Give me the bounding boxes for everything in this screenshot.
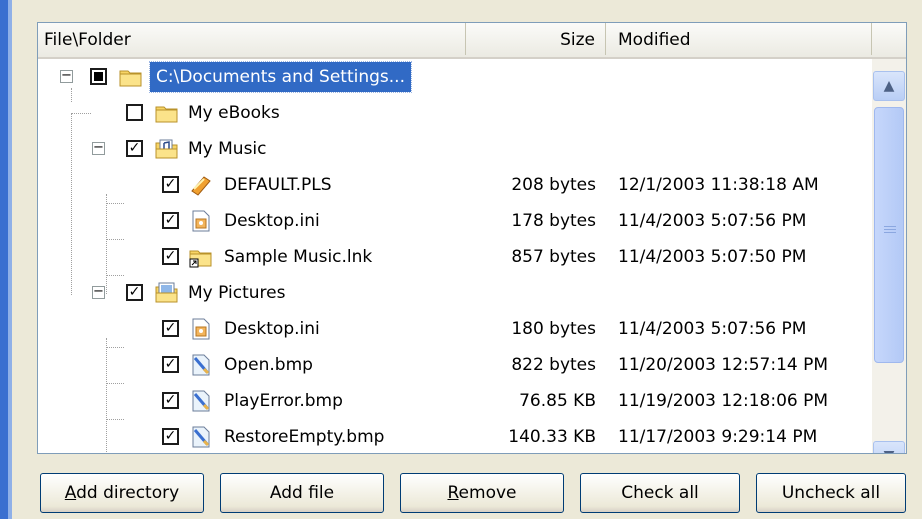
tree-row-label: Open.bmp — [224, 355, 313, 375]
file-modified: 11/4/2003 5:07:50 PM — [618, 247, 807, 267]
column-header-name[interactable]: File\Folder — [38, 23, 466, 55]
tree-row[interactable]: ✓ Sample Music.lnk 857 bytes 11/4/2003 5… — [38, 239, 872, 275]
bitmap-file-icon — [192, 354, 210, 376]
checkbox-checked[interactable]: ✓ — [162, 392, 179, 409]
file-size: 822 bytes — [511, 355, 596, 375]
tree-row[interactable]: ✓ Desktop.ini 178 bytes 11/4/2003 5:07:5… — [38, 203, 872, 239]
grip-icon — [884, 226, 896, 236]
checkbox-checked[interactable]: ✓ — [162, 248, 179, 265]
access-key: R — [447, 483, 459, 503]
file-modified: 11/19/2003 12:18:06 PM — [618, 391, 829, 411]
column-header-modified[interactable]: Modified — [606, 23, 872, 55]
file-size: 208 bytes — [511, 175, 596, 195]
tree-row-label: My Pictures — [188, 283, 286, 303]
shortcut-folder-icon — [189, 250, 212, 268]
button-label: Add f — [269, 483, 319, 503]
tree-row[interactable]: ✓ PlayError.bmp 76.85 KB 11/19/2003 12:1… — [38, 383, 872, 419]
check-all-button[interactable]: Check all — [580, 473, 740, 513]
settings-file-icon — [192, 210, 210, 232]
file-size: 178 bytes — [511, 211, 596, 231]
checkbox-checked[interactable]: ✓ — [162, 212, 179, 229]
tree-row[interactable]: ✓ RestoreEmpty.bmp 140.33 KB 11/17/2003 … — [38, 419, 872, 453]
file-modified: 12/1/2003 11:38:18 AM — [618, 175, 819, 195]
uncheck-all-button[interactable]: Uncheck all — [756, 473, 906, 513]
settings-file-icon — [192, 318, 210, 340]
button-label: dd directory — [76, 483, 180, 503]
vertical-scrollbar[interactable]: ▲ ▼ — [872, 59, 906, 453]
tree-row-label: Desktop.ini — [224, 211, 320, 231]
scroll-down-button[interactable]: ▼ — [873, 441, 905, 453]
folder-icon — [155, 106, 178, 123]
window-border-inner — [8, 0, 12, 519]
tree-row[interactable]: − ✓ My Music — [38, 131, 872, 167]
tree-row-label: RestoreEmpty.bmp — [224, 427, 385, 447]
file-size: 857 bytes — [511, 247, 596, 267]
tree-row-label: Sample Music.lnk — [224, 247, 373, 267]
pictures-folder-icon — [155, 282, 178, 303]
music-folder-icon — [155, 139, 178, 159]
file-size: 140.33 KB — [508, 427, 596, 447]
file-tree-list[interactable]: File\Folder Size Modified − C:\Documents… — [37, 22, 907, 454]
tree-row-label: My Music — [188, 139, 267, 159]
tree-row-root[interactable]: − C:\Documents and Settings... — [38, 59, 872, 95]
button-label: le — [318, 483, 335, 503]
checkbox-unchecked[interactable] — [126, 104, 143, 121]
button-label: emove — [458, 483, 517, 503]
file-size: 180 bytes — [511, 319, 596, 339]
file-size: 76.85 KB — [519, 391, 596, 411]
checkbox-checked[interactable]: ✓ — [126, 284, 143, 301]
file-modified: 11/4/2003 5:07:56 PM — [618, 211, 807, 231]
tree-row-label: Desktop.ini — [224, 319, 320, 339]
collapse-toggle[interactable]: − — [92, 141, 105, 155]
column-header: File\Folder Size Modified — [38, 23, 906, 59]
tree-row[interactable]: ✓ Open.bmp 822 bytes 11/20/2003 12:57:14… — [38, 347, 872, 383]
folder-icon — [119, 70, 142, 87]
checkbox-partial[interactable] — [90, 68, 107, 85]
add-directory-button[interactable]: Add directory — [40, 473, 204, 513]
playlist-file-icon — [191, 176, 211, 196]
tree-row[interactable]: ✓ Desktop.ini 180 bytes 11/4/2003 5:07:5… — [38, 311, 872, 347]
scroll-up-button[interactable]: ▲ — [873, 71, 905, 101]
column-header-filler — [872, 23, 906, 55]
bitmap-file-icon — [192, 390, 210, 412]
collapse-toggle[interactable]: − — [92, 285, 105, 299]
tree-row-label: PlayError.bmp — [224, 391, 343, 411]
add-file-button[interactable]: Add file — [220, 473, 384, 513]
column-header-size[interactable]: Size — [466, 23, 606, 55]
checkbox-checked[interactable]: ✓ — [162, 356, 179, 373]
tree-row[interactable]: My eBooks — [38, 95, 872, 131]
tree-row-label: DEFAULT.PLS — [224, 175, 332, 195]
checkbox-checked[interactable]: ✓ — [162, 320, 179, 337]
remove-button[interactable]: Remove — [400, 473, 564, 513]
file-modified: 11/4/2003 5:07:56 PM — [618, 319, 807, 339]
bitmap-file-icon — [192, 426, 210, 448]
access-key: A — [64, 483, 77, 503]
tree-row-label: My eBooks — [188, 103, 280, 123]
tree-row[interactable]: ✓ DEFAULT.PLS 208 bytes 12/1/2003 11:38:… — [38, 167, 872, 203]
file-modified: 11/20/2003 12:57:14 PM — [618, 355, 829, 375]
checkbox-checked[interactable]: ✓ — [162, 428, 179, 445]
file-modified: 11/17/2003 9:29:14 PM — [618, 427, 818, 447]
scroll-thumb[interactable] — [874, 107, 904, 363]
tree-row[interactable]: − ✓ My Pictures — [38, 275, 872, 311]
tree-row-label: C:\Documents and Settings... — [149, 61, 412, 93]
checkbox-checked[interactable]: ✓ — [126, 140, 143, 157]
checkbox-checked[interactable]: ✓ — [162, 176, 179, 193]
collapse-toggle[interactable]: − — [60, 69, 73, 83]
window-border — [0, 0, 8, 519]
